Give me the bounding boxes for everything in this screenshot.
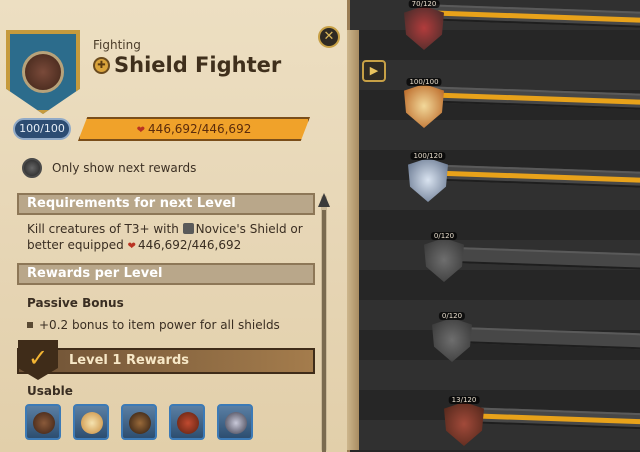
tree-node-4[interactable]: 0/120 <box>418 232 470 288</box>
tree-node-1[interactable]: 70/120 <box>398 0 450 56</box>
requirements-text: Kill creatures of T3+ with Novice's Shie… <box>27 221 303 255</box>
page-title: Shield Fighter <box>114 53 282 77</box>
shield-cross-icon[interactable] <box>169 404 205 440</box>
fame-icon: ❤ <box>136 125 146 136</box>
requirements-line2: better equipped <box>27 238 124 252</box>
node-progress-label: 100/100 <box>406 78 442 86</box>
node-progress-label: 0/120 <box>430 232 458 240</box>
usable-items-list <box>25 404 253 440</box>
level-progress-pill: 100/100 <box>13 118 71 140</box>
close-button[interactable]: ✕ <box>318 26 340 48</box>
tree-node-3[interactable]: 100/120 <box>402 152 454 208</box>
title-row: ✚ Shield Fighter <box>93 53 281 77</box>
tree-node-2[interactable]: 100/100 <box>398 78 450 134</box>
node-progress-label: 70/120 <box>408 0 440 8</box>
shield-crystal-icon[interactable] <box>217 404 253 440</box>
next-rewards-toggle-label: Only show next rewards <box>52 161 197 175</box>
play-arrow-icon: ▶ <box>369 64 379 77</box>
fame-icon: ❤ <box>127 241 136 252</box>
bullet-icon <box>27 322 33 328</box>
requirements-line1: Kill creatures of T3+ with <box>27 222 179 236</box>
fame-progress-bar: ❤ 446,692/446,692 <box>78 117 310 141</box>
requirements-header: Requirements for next Level <box>17 193 315 215</box>
passive-bonus-text: +0.2 bonus to item power for all shields <box>27 317 280 333</box>
scrollbar-rail <box>322 210 326 452</box>
passive-bonus-label: Passive Bonus <box>27 296 124 310</box>
node-progress-label: 100/120 <box>410 152 446 160</box>
round-shield-icon <box>22 51 64 93</box>
shield-sun-icon[interactable] <box>73 404 109 440</box>
requirements-item-name: Novice's Shield or <box>195 222 303 236</box>
shield-wooden-icon[interactable] <box>25 404 61 440</box>
rewards-per-level-header: Rewards per Level <box>17 263 315 285</box>
shield-item-icon <box>182 223 194 234</box>
category-label: Fighting <box>93 38 141 52</box>
passive-bonus-value: +0.2 bonus to item power for all shields <box>39 318 280 332</box>
combat-branch-icon: ✚ <box>93 56 110 74</box>
fame-progress-value: 446,692/446,692 <box>148 122 252 136</box>
requirements-fame-value: 446,692/446,692 <box>137 238 242 252</box>
close-icon: ✕ <box>323 29 335 44</box>
node-progress-label: 0/120 <box>438 312 466 320</box>
tree-node-5[interactable]: 0/120 <box>426 312 478 368</box>
next-rewards-toggle[interactable] <box>22 158 42 178</box>
usable-label: Usable <box>27 384 73 398</box>
shield-dark-icon[interactable] <box>121 404 157 440</box>
level-rewards-header[interactable]: Level 1 Rewards <box>17 348 315 374</box>
expand-arrow-button[interactable]: ▶ <box>362 60 386 82</box>
tree-node-6[interactable]: 13/120 <box>438 396 490 452</box>
node-progress-label: 13/120 <box>448 396 480 404</box>
